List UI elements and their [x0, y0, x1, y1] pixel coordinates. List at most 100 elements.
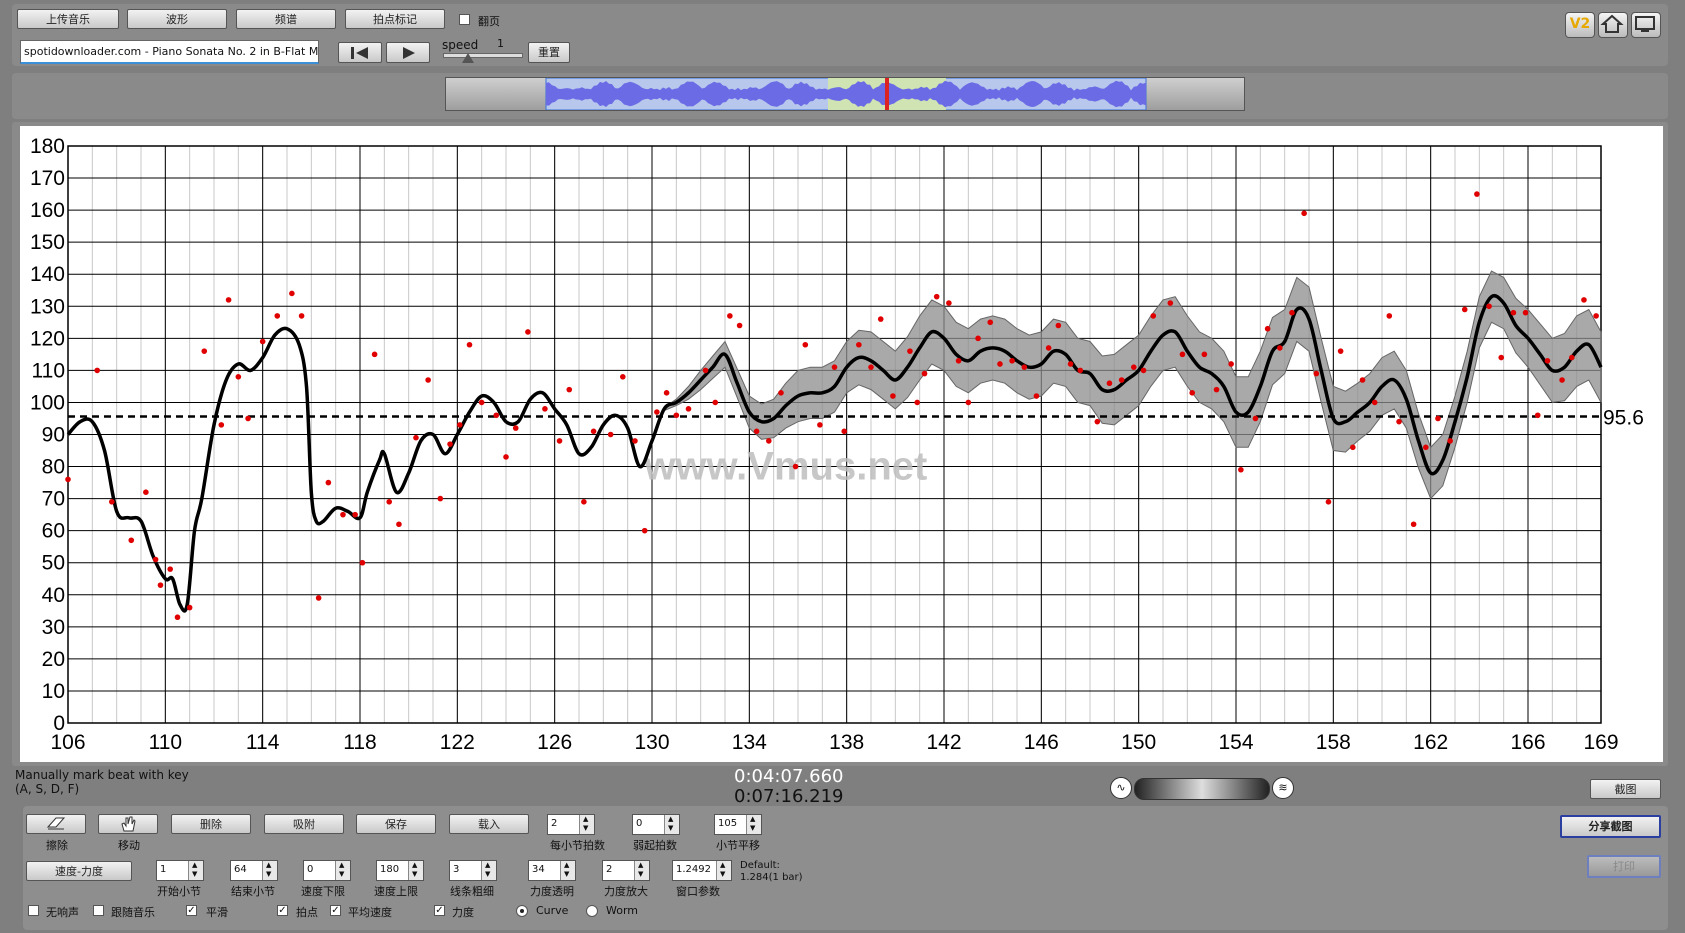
follow-music-checkbox[interactable] [93, 905, 104, 916]
beat-point [315, 595, 322, 601]
end-bar-spinner[interactable]: 64 [230, 860, 278, 881]
dynamics-opacity-spinner[interactable]: 34 [528, 860, 576, 881]
spinner-arrows-icon[interactable] [335, 861, 350, 880]
dynamics-scale-label: 力度放大 [604, 885, 648, 898]
spinner-arrows-icon[interactable] [262, 861, 277, 880]
beat-point [1423, 444, 1429, 451]
hint-line-2: (A, S, D, F) [15, 782, 80, 796]
waveform-button[interactable]: 波形 [127, 9, 227, 29]
waveform-overview[interactable] [445, 77, 1245, 111]
tempo-dynamics-button[interactable]: 速度-力度 [26, 861, 132, 881]
tempo-chart[interactable]: 0102030405060708090100110120130140150160… [20, 126, 1663, 762]
dynamics-checkbox[interactable]: ✓ [434, 905, 445, 916]
share-screenshot-button[interactable]: 分享截图 [1560, 815, 1661, 838]
beat-point [766, 438, 772, 444]
smooth-checkbox[interactable]: ✓ [186, 905, 197, 916]
volume-control[interactable]: ∿ ≋ [1108, 776, 1304, 800]
beat-point [1350, 444, 1356, 451]
beat-point [512, 425, 519, 431]
beat-point [914, 399, 921, 406]
tempo-min-spinner[interactable]: 0 [303, 860, 351, 881]
spinner-arrows-icon[interactable] [481, 861, 496, 880]
spinner-arrows-icon[interactable] [560, 861, 575, 880]
display-button[interactable] [1631, 12, 1661, 38]
beat-point [641, 527, 648, 534]
spectrum-button[interactable]: 频谱 [236, 9, 336, 29]
volume-low-icon[interactable]: ∿ [1110, 777, 1132, 799]
tempo-max-label: 速度上限 [374, 885, 418, 898]
x-tick-label: 146 [1024, 731, 1059, 754]
spinner-arrows-icon[interactable] [579, 815, 594, 834]
play-button[interactable] [386, 42, 430, 63]
volume-slider[interactable] [1134, 778, 1270, 800]
curve-radio[interactable] [516, 905, 528, 917]
save-button[interactable]: 保存 [356, 814, 436, 834]
beat-points-checkbox[interactable]: ✓ [277, 905, 288, 916]
spinner-arrows-icon[interactable] [188, 861, 203, 880]
beat-point [654, 409, 660, 415]
speed-slider-thumb[interactable] [462, 53, 474, 63]
home-button[interactable] [1598, 12, 1628, 38]
beat-point [1534, 412, 1541, 419]
snap-button[interactable]: 吸附 [264, 814, 344, 834]
print-button[interactable]: 打印 [1587, 855, 1661, 878]
upload-music-button[interactable]: 上传音乐 [17, 9, 119, 29]
beat-point [590, 428, 597, 435]
speed-slider-track[interactable] [443, 53, 523, 58]
window-param-spinner[interactable]: 1.2492 [672, 860, 732, 881]
flip-page-label: 翻页 [478, 15, 500, 28]
volume-high-icon[interactable]: ≋ [1272, 777, 1294, 799]
smooth-label: 平滑 [206, 906, 228, 919]
screenshot-button[interactable]: 截图 [1590, 779, 1661, 799]
spinner-arrows-icon[interactable] [716, 861, 731, 880]
flip-page-checkbox[interactable] [459, 14, 470, 25]
beat-marking-button[interactable]: 拍点标记 [345, 9, 445, 29]
average-tempo-checkbox[interactable]: ✓ [330, 905, 341, 916]
tempo-max-spinner[interactable]: 180 [376, 860, 424, 881]
dynamics-opacity-value: 34 [532, 864, 545, 875]
beat-point [413, 434, 419, 441]
beat-point [685, 406, 692, 412]
beat-point [1009, 357, 1015, 364]
y-tick-label: 140 [30, 263, 65, 286]
end-bar-label: 结束小节 [231, 885, 275, 898]
spinner-arrows-icon[interactable] [746, 815, 761, 834]
delete-button[interactable]: 删除 [171, 814, 251, 834]
x-tick-label: 134 [732, 731, 767, 754]
bar-offset-spinner[interactable]: 105 [714, 814, 762, 835]
x-tick-label: 158 [1316, 731, 1351, 754]
beat-point [1189, 390, 1195, 396]
beat-point [167, 566, 173, 572]
tempo-min-value: 0 [307, 864, 314, 875]
start-bar-spinner[interactable]: 1 [156, 860, 204, 881]
spinner-arrows-icon[interactable] [408, 861, 423, 880]
tempo-max-value: 180 [380, 864, 400, 875]
beat-point [581, 499, 587, 505]
y-tick-label: 60 [42, 520, 65, 543]
beat-point [525, 329, 531, 335]
erase-tool-button[interactable] [26, 814, 86, 834]
move-tool-button[interactable] [98, 814, 158, 834]
beat-point [1094, 418, 1101, 425]
beat-point [792, 463, 799, 470]
chart-area[interactable]: 0 10 20 30 40 50 60 70 80 90 100 110 120 130 140 150 160… [20, 126, 1663, 762]
pickup-beats-spinner[interactable]: 0 [632, 814, 680, 835]
beats-per-bar-spinner[interactable]: 2 [547, 814, 595, 835]
spinner-arrows-icon[interactable] [634, 861, 649, 880]
reset-button[interactable]: 重置 [528, 42, 570, 63]
worm-radio[interactable] [586, 905, 598, 917]
line-width-spinner[interactable]: 3 [449, 860, 497, 881]
y-tick-label: 80 [42, 456, 65, 479]
spinner-arrows-icon[interactable] [664, 815, 679, 834]
load-button[interactable]: 载入 [449, 814, 529, 834]
file-name-field[interactable]: spotidownloader.com - Piano Sonata No. 2… [20, 40, 319, 64]
mute-checkbox[interactable] [28, 905, 39, 916]
x-tick-label: 138 [829, 731, 864, 754]
skip-back-button[interactable] [338, 42, 382, 63]
y-tick-label: 150 [30, 231, 65, 254]
beat-point [174, 614, 181, 621]
beat-point [128, 537, 135, 544]
dynamics-scale-spinner[interactable]: 2 [602, 860, 650, 881]
beat-point [478, 399, 485, 406]
beat-point [1337, 348, 1344, 354]
